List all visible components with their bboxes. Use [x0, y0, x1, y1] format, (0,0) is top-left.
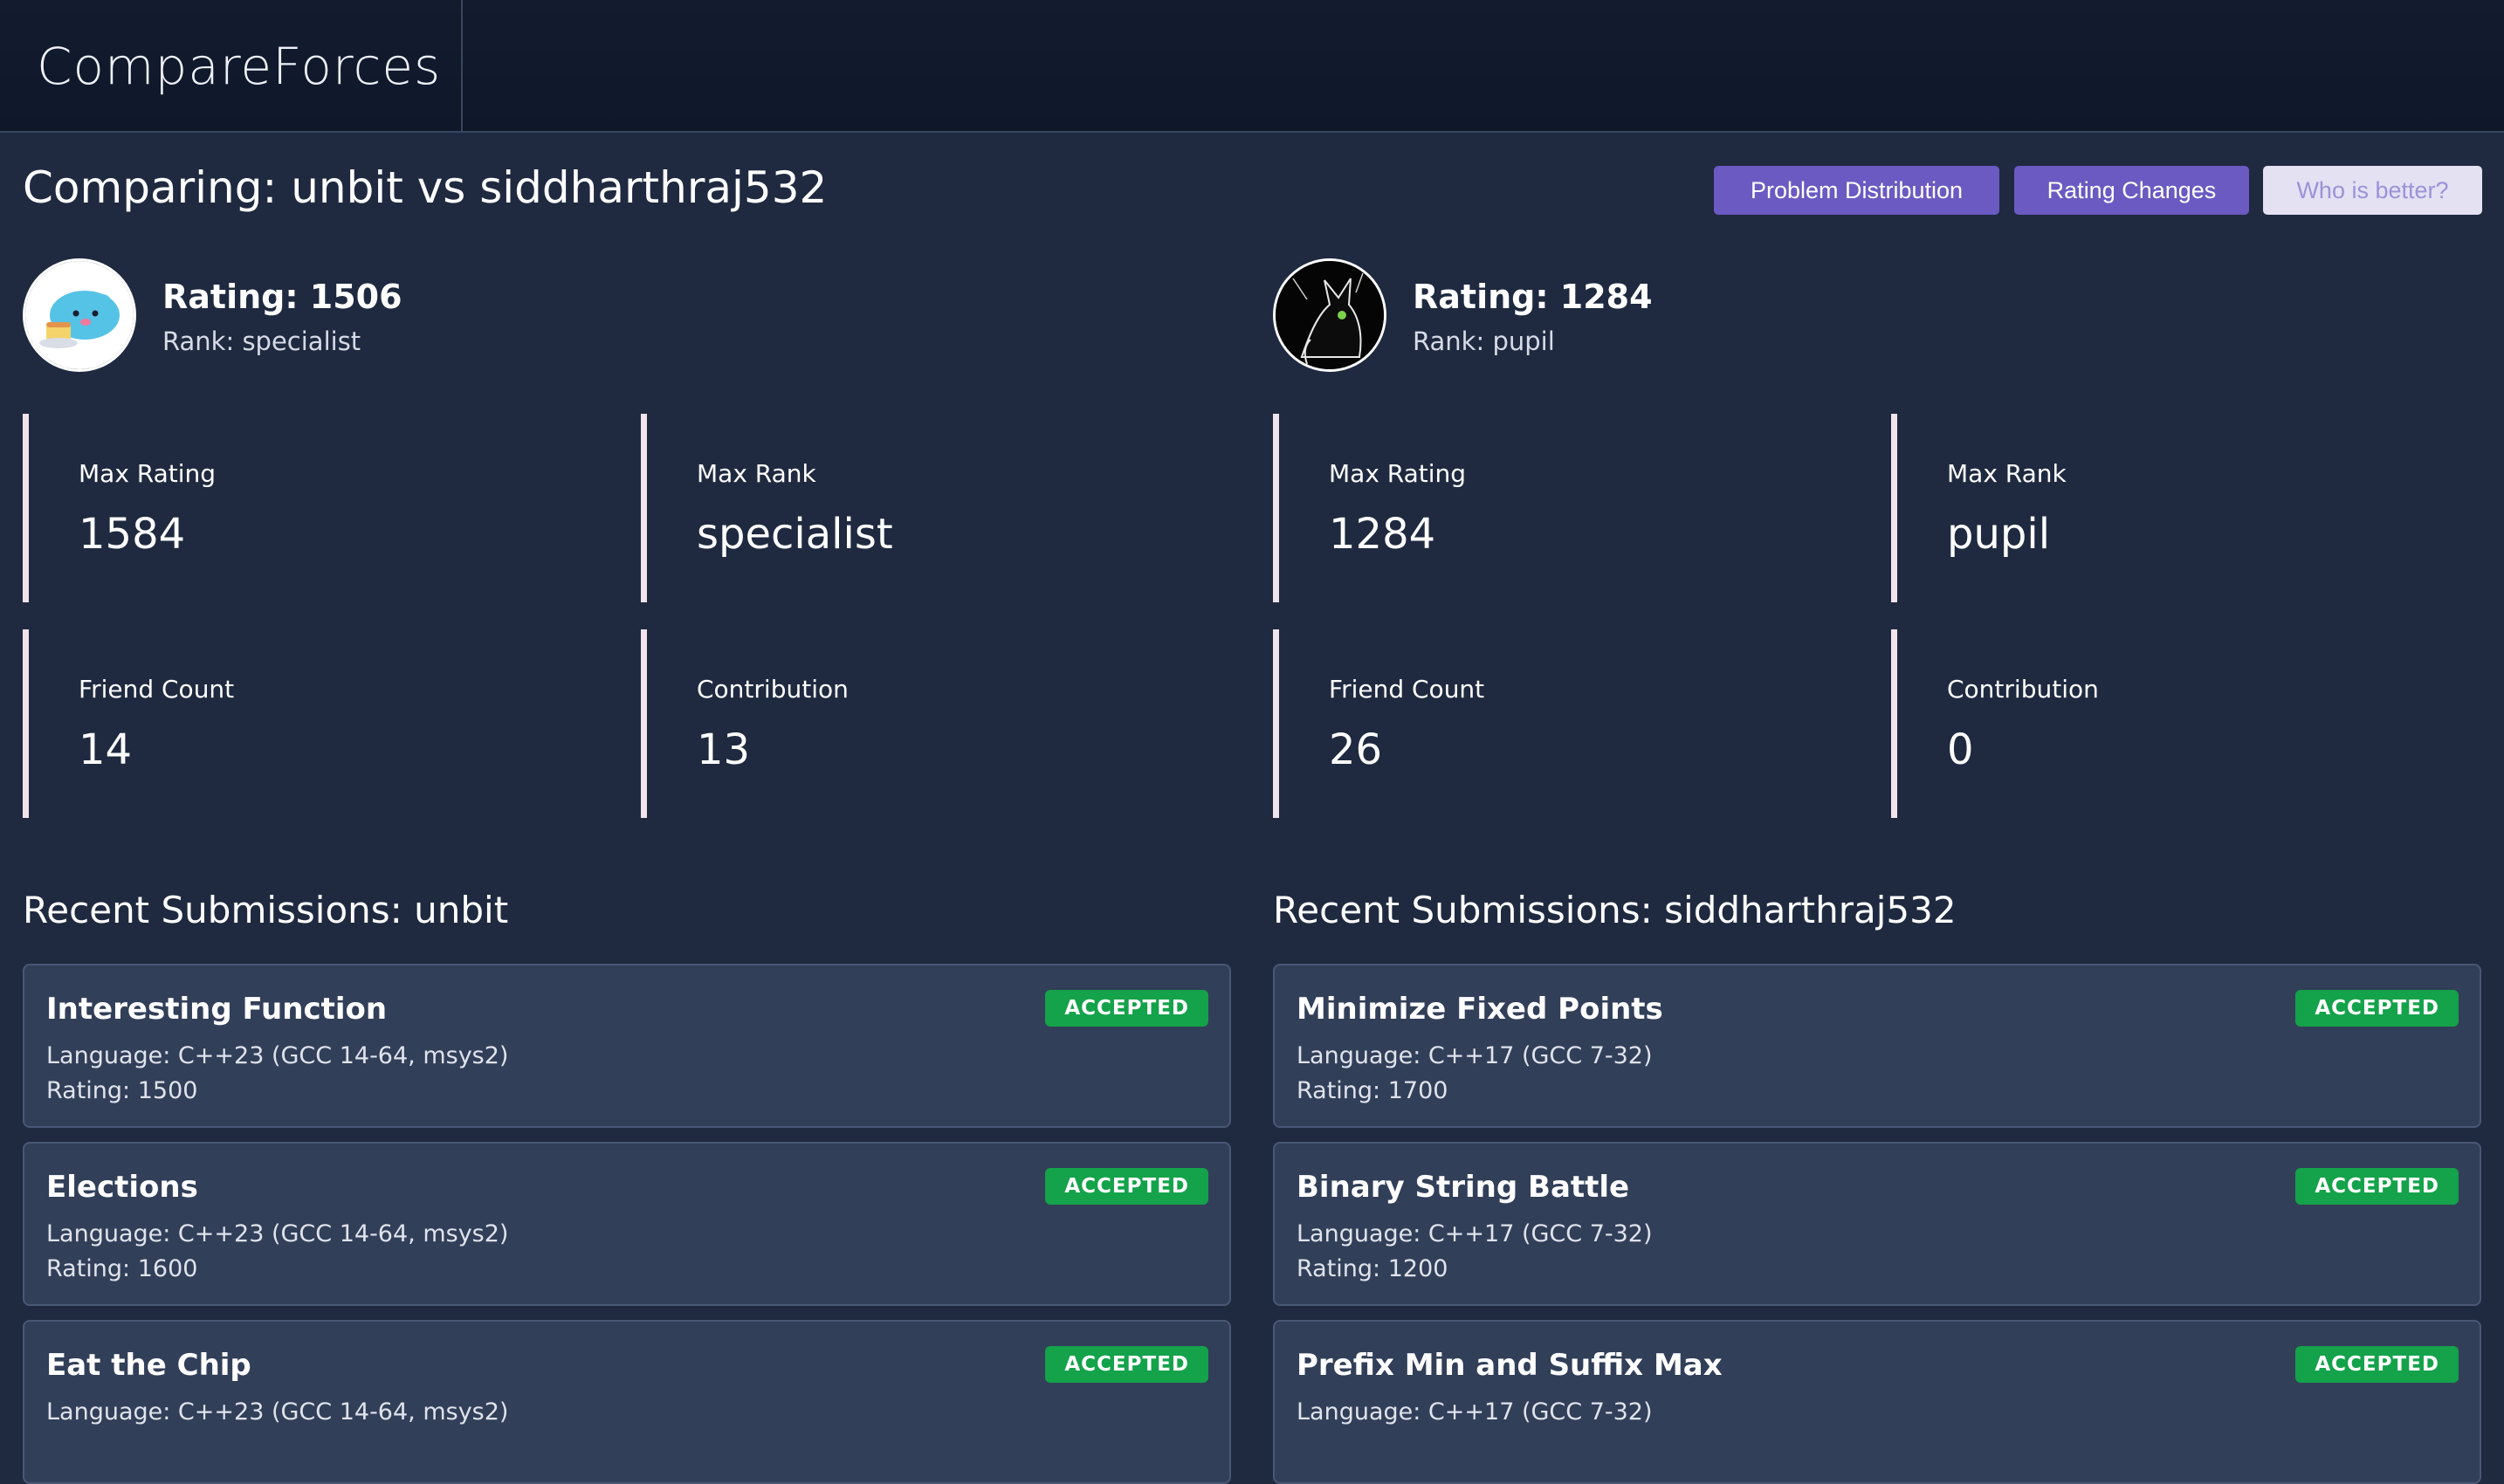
- problem-rating: Rating: 1600: [46, 1255, 198, 1282]
- stat-label: Friend Count: [1329, 675, 1485, 704]
- problem-distribution-button[interactable]: Problem Distribution: [1714, 166, 1999, 215]
- stat-label: Max Rank: [1947, 459, 2067, 488]
- verdict-badge: ACCEPTED: [1045, 1346, 1208, 1383]
- user-rank: Rank: specialist: [162, 326, 361, 356]
- page-title: Comparing: unbit vs siddharthraj532: [23, 162, 828, 213]
- problem-name[interactable]: Interesting Function: [46, 992, 387, 1027]
- problem-name[interactable]: Prefix Min and Suffix Max: [1297, 1348, 1723, 1383]
- stat-value: 14: [79, 725, 133, 774]
- submission-card[interactable]: Eat the Chip ACCEPTED Language: C++23 (G…: [23, 1320, 1231, 1484]
- submission-language: Language: C++23 (GCC 14-64, msys2): [46, 1042, 509, 1069]
- stat-max-rank: Max Rank pupil: [1891, 414, 2485, 602]
- recent-submissions-title: Recent Submissions: siddharthraj532: [1273, 889, 1957, 931]
- submission-card[interactable]: Prefix Min and Suffix Max ACCEPTED Langu…: [1273, 1320, 2481, 1484]
- stat-value: 0: [1947, 725, 1974, 774]
- submission-card[interactable]: Minimize Fixed Points ACCEPTED Language:…: [1273, 964, 2481, 1128]
- submission-language: Language: C++17 (GCC 7-32): [1297, 1398, 1653, 1426]
- user-rank: Rank: pupil: [1413, 326, 1555, 356]
- app-logo[interactable]: CompareForces: [0, 0, 463, 133]
- stat-value: pupil: [1947, 510, 2051, 559]
- user-rating: Rating: 1284: [1413, 278, 1653, 316]
- stat-value: 13: [697, 725, 751, 774]
- verdict-badge: ACCEPTED: [2295, 990, 2459, 1027]
- submission-language: Language: C++23 (GCC 14-64, msys2): [46, 1398, 509, 1426]
- problem-rating: Rating: 1500: [46, 1077, 198, 1104]
- top-navbar: CompareForces: [0, 0, 2504, 133]
- user-column-right: Rating: 1284 Rank: pupil Max Rating 1284…: [1273, 258, 2481, 1484]
- stat-value: 26: [1329, 725, 1383, 774]
- capybara-avatar-icon: [23, 258, 136, 372]
- submission-card[interactable]: Elections ACCEPTED Language: C++23 (GCC …: [23, 1142, 1231, 1306]
- verdict-badge: ACCEPTED: [2295, 1168, 2459, 1205]
- problem-name[interactable]: Minimize Fixed Points: [1297, 992, 1663, 1027]
- stat-contribution: Contribution 13: [641, 629, 1235, 818]
- stat-label: Contribution: [697, 675, 849, 704]
- submission-card[interactable]: Binary String Battle ACCEPTED Language: …: [1273, 1142, 2481, 1306]
- stat-label: Max Rating: [1329, 459, 1467, 488]
- problem-name[interactable]: Binary String Battle: [1297, 1170, 1629, 1205]
- verdict-badge: ACCEPTED: [1045, 1168, 1208, 1205]
- stat-friend-count: Friend Count 26: [1273, 629, 1867, 818]
- submission-language: Language: C++17 (GCC 7-32): [1297, 1042, 1653, 1069]
- problem-rating: Rating: 1200: [1297, 1255, 1448, 1282]
- problem-rating: Rating: 1700: [1297, 1077, 1448, 1104]
- submission-language: Language: C++17 (GCC 7-32): [1297, 1220, 1653, 1247]
- black-cat-avatar-icon: [1273, 258, 1386, 372]
- stat-contribution: Contribution 0: [1891, 629, 2485, 818]
- stat-friend-count: Friend Count 14: [23, 629, 616, 818]
- verdict-badge: ACCEPTED: [1045, 990, 1208, 1027]
- stat-label: Max Rank: [697, 459, 816, 488]
- submission-card[interactable]: Interesting Function ACCEPTED Language: …: [23, 964, 1231, 1128]
- rating-changes-button[interactable]: Rating Changes: [2014, 166, 2249, 215]
- user-column-left: Rating: 1506 Rank: specialist Max Rating…: [23, 258, 1231, 1484]
- who-is-better-button[interactable]: Who is better?: [2263, 166, 2482, 215]
- stat-value: specialist: [697, 510, 893, 559]
- stat-label: Friend Count: [79, 675, 235, 704]
- recent-submissions-title: Recent Submissions: unbit: [23, 889, 509, 931]
- stat-max-rank: Max Rank specialist: [641, 414, 1235, 602]
- stat-label: Contribution: [1947, 675, 2099, 704]
- stat-value: 1584: [79, 510, 186, 559]
- user-rating: Rating: 1506: [162, 278, 402, 316]
- stat-value: 1284: [1329, 510, 1436, 559]
- problem-name[interactable]: Eat the Chip: [46, 1348, 251, 1383]
- submission-language: Language: C++23 (GCC 14-64, msys2): [46, 1220, 509, 1247]
- verdict-badge: ACCEPTED: [2295, 1346, 2459, 1383]
- stat-label: Max Rating: [79, 459, 217, 488]
- problem-name[interactable]: Elections: [46, 1170, 198, 1205]
- stat-max-rating: Max Rating 1284: [1273, 414, 1867, 602]
- stat-max-rating: Max Rating 1584: [23, 414, 616, 602]
